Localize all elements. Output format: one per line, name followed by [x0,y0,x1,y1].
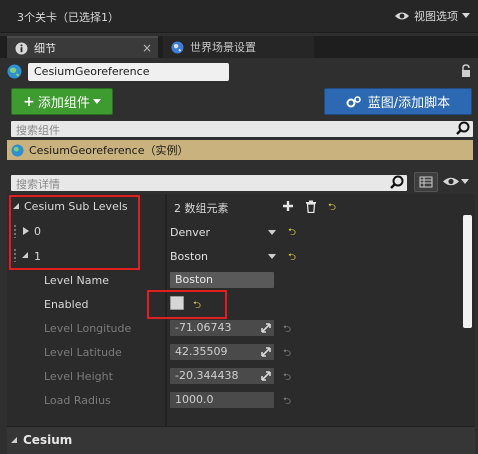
cesium-section-label: Cesium [23,433,73,447]
reset-to-default-icon[interactable]: ⮌ [288,250,296,267]
actor-name-field[interactable]: CesiumGeoreference [28,63,229,81]
trash-icon[interactable] [305,200,317,213]
component-search-input[interactable]: 搜索组件 [11,121,473,137]
globe-icon [171,41,184,53]
reset-to-default-icon[interactable]: ⮌ [283,346,291,363]
grid-icon [419,176,433,188]
tab-world-settings-label: 世界场景设置 [190,41,256,54]
element-1-level-combo[interactable]: Boston [170,248,276,264]
tab-world-settings[interactable]: 世界场景设置 [163,36,314,58]
enabled-label: Enabled [44,298,89,311]
level-height-field[interactable]: -20.344438 [170,368,274,384]
component-globe-icon [11,144,24,156]
gears-icon [346,95,361,107]
view-options-button[interactable]: 视图选项 [394,8,470,24]
eye-icon [395,12,409,20]
component-item-label: CesiumGeoreference（实例） [29,144,189,157]
actor-globe-icon [7,64,22,79]
level-height-value: -20.344438 [175,369,239,382]
level-latitude-field[interactable]: 42.35509 [170,344,274,360]
level-latitude-value: 42.35509 [175,345,228,358]
array-count-label: 2 数组元素 [174,202,229,215]
cesium-section-header[interactable]: Cesium [7,426,475,454]
add-component-label: 添加组件 [37,96,90,111]
details-search-placeholder: 搜索详情 [16,178,60,191]
search-icon [456,121,470,135]
level-longitude-value: -71.06743 [175,321,232,334]
view-options-label: 视图选项 [414,10,458,23]
chevron-down-icon [462,13,470,18]
add-element-icon[interactable] [282,200,294,212]
element-0-level-combo[interactable]: Denver [170,224,276,240]
level-bar: 3个关卡（已选择1） 视图选项 [0,0,478,33]
tab-bar: 细节 × 世界场景设置 [0,36,478,58]
component-search-placeholder: 搜索组件 [16,124,60,137]
load-radius-label: Load Radius [44,394,111,407]
level-height-label: Level Height [44,370,113,383]
info-icon [15,42,28,54]
reset-to-default-icon[interactable]: ⮌ [328,200,336,217]
level-count-label: 3个关卡（已选择1） [17,11,119,24]
reset-to-default-icon[interactable]: ⮌ [288,225,296,242]
tab-details[interactable]: 细节 × [7,36,158,58]
reset-to-default-icon[interactable]: ⮌ [283,370,291,387]
level-name-label: Level Name [44,274,109,287]
tab-details-label: 细节 [34,42,56,55]
reset-to-default-icon[interactable]: ⮌ [283,394,291,411]
element-1-value: Boston [170,249,209,263]
details-scrollbar[interactable] [463,215,472,328]
search-icon [390,175,404,189]
chevron-down-icon [268,254,276,259]
resize-arrow-icon [261,371,271,381]
plus-icon: + [23,93,35,110]
details-visibility-button[interactable] [442,176,469,187]
level-latitude-label: Level Latitude [44,346,122,359]
highlight-box-sub-levels [9,195,140,270]
resize-arrow-icon [261,347,271,357]
resize-arrow-icon [261,323,271,333]
blueprint-script-label: 蓝图/添加脚本 [367,96,451,111]
highlight-box-enabled [147,290,227,319]
close-icon[interactable]: × [142,41,152,55]
blueprint-script-button[interactable]: 蓝图/添加脚本 [324,88,472,115]
details-search-input[interactable]: 搜索详情 [11,175,407,191]
collapse-arrow-icon [11,437,17,443]
level-longitude-label: Level Longitude [44,322,132,335]
level-name-field[interactable]: Boston [170,272,274,288]
level-longitude-field[interactable]: -71.06743 [170,320,274,336]
reset-to-default-icon[interactable]: ⮌ [283,322,291,339]
add-component-button[interactable]: + 添加组件 [11,88,113,115]
element-0-value: Denver [170,225,211,239]
chevron-down-icon [461,178,469,184]
component-item-cesium-georeference[interactable]: CesiumGeoreference（实例） [7,140,473,160]
chevron-down-icon [92,98,101,104]
chevron-down-icon [268,230,276,235]
actor-row: CesiumGeoreference [0,58,478,86]
lock-icon[interactable] [460,64,472,78]
load-radius-field[interactable]: 1000.0 [170,392,274,408]
property-matrix-button[interactable] [414,172,438,192]
eye-icon [443,177,459,186]
